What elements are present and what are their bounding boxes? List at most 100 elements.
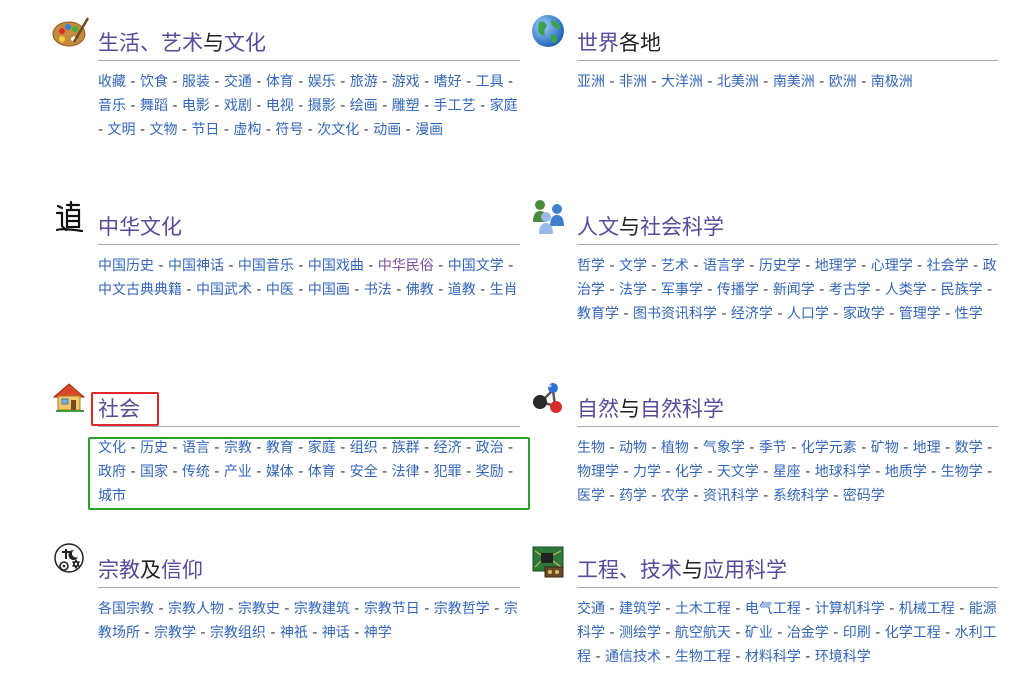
portal-link[interactable]: 手工艺 — [434, 98, 476, 114]
portal-link[interactable]: 中医 — [266, 282, 294, 298]
portal-link[interactable]: 密码学 — [843, 488, 885, 504]
portal-link[interactable]: 舞蹈 — [140, 98, 168, 114]
portal-link[interactable]: 矿物 — [871, 440, 899, 456]
portal-link[interactable]: 中国音乐 — [238, 258, 294, 274]
portal-link[interactable]: 体育 — [308, 464, 336, 480]
portal-link[interactable]: 饮食 — [140, 74, 168, 90]
portal-link[interactable]: 力学 — [633, 464, 661, 480]
portal-link[interactable]: 社会学 — [927, 258, 969, 274]
portal-link[interactable]: 化学工程 — [885, 625, 941, 641]
portal-link[interactable]: 组织 — [350, 440, 378, 456]
portal-link[interactable]: 中国戏曲 — [308, 258, 364, 274]
portal-link[interactable]: 医学 — [577, 488, 605, 504]
portal-link[interactable]: 服装 — [182, 74, 210, 90]
portal-link[interactable]: 嗜好 — [434, 74, 462, 90]
portal-link[interactable]: 历史学 — [759, 258, 801, 274]
portal-link[interactable]: 电影 — [182, 98, 210, 114]
portal-link[interactable]: 动物 — [619, 440, 647, 456]
portal-link[interactable]: 系统科学 — [773, 488, 829, 504]
portal-link[interactable]: 宗教哲学 — [434, 601, 490, 617]
portal-link[interactable]: 旅游 — [350, 74, 378, 90]
portal-link[interactable]: 通信技术 — [605, 649, 661, 665]
portal-link[interactable]: 测绘学 — [619, 625, 661, 641]
portal-link[interactable]: 中华民俗 — [378, 258, 434, 274]
portal-link[interactable]: 传播学 — [717, 282, 759, 298]
portal-title[interactable]: 自然与自然科学 — [577, 394, 998, 427]
portal-link[interactable]: 生物 — [577, 440, 605, 456]
portal-link[interactable]: 冶金学 — [787, 625, 829, 641]
portal-link[interactable]: 气象学 — [703, 440, 745, 456]
portal-link[interactable]: 语言学 — [703, 258, 745, 274]
portal-link[interactable]: 交通 — [224, 74, 252, 90]
portal-link[interactable]: 道教 — [448, 282, 476, 298]
portal-link[interactable]: 文物 — [149, 122, 177, 138]
portal-title[interactable]: 中华文化 — [98, 212, 520, 245]
portal-link[interactable]: 亚洲 — [577, 74, 605, 90]
portal-link[interactable]: 地球科学 — [815, 464, 871, 480]
portal-link[interactable]: 电视 — [266, 98, 294, 114]
portal-link[interactable]: 地理 — [913, 440, 941, 456]
portal-title[interactable]: 工程、技术与应用科学 — [577, 555, 998, 588]
portal-link[interactable]: 政治 — [476, 440, 504, 456]
portal-link[interactable]: 资讯科学 — [703, 488, 759, 504]
portal-link[interactable]: 中国神话 — [168, 258, 224, 274]
portal-link[interactable]: 雕塑 — [392, 98, 420, 114]
portal-link[interactable]: 语言 — [182, 440, 210, 456]
portal-link[interactable]: 虚构 — [233, 122, 261, 138]
portal-link[interactable]: 生物工程 — [675, 649, 731, 665]
portal-link[interactable]: 化学元素 — [801, 440, 857, 456]
portal-link[interactable]: 星座 — [773, 464, 801, 480]
portal-link[interactable]: 佛教 — [406, 282, 434, 298]
portal-link[interactable]: 家庭 — [308, 440, 336, 456]
portal-link[interactable]: 管理学 — [899, 306, 941, 322]
portal-link[interactable]: 材料科学 — [745, 649, 801, 665]
portal-link[interactable]: 宗教组织 — [210, 625, 266, 641]
portal-link[interactable]: 欧洲 — [829, 74, 857, 90]
portal-link[interactable]: 文学 — [619, 258, 647, 274]
portal-link[interactable]: 南美洲 — [773, 74, 815, 90]
portal-link[interactable]: 北美洲 — [717, 74, 759, 90]
portal-link[interactable]: 漫画 — [415, 122, 443, 138]
portal-link[interactable]: 天文学 — [717, 464, 759, 480]
portal-link[interactable]: 动画 — [373, 122, 401, 138]
portal-title[interactable]: 生活、艺术与文化 — [98, 28, 520, 61]
portal-link[interactable]: 宗教建筑 — [294, 601, 350, 617]
portal-link[interactable]: 数学 — [955, 440, 983, 456]
portal-link[interactable]: 计算机科学 — [815, 601, 885, 617]
portal-link[interactable]: 法学 — [619, 282, 647, 298]
portal-link[interactable]: 符号 — [275, 122, 303, 138]
portal-link[interactable]: 神学 — [364, 625, 392, 641]
portal-link[interactable]: 族群 — [392, 440, 420, 456]
portal-link[interactable]: 地质学 — [885, 464, 927, 480]
portal-link[interactable]: 收藏 — [98, 74, 126, 90]
portal-link[interactable]: 安全 — [350, 464, 378, 480]
portal-link[interactable]: 奖励 — [476, 464, 504, 480]
portal-link[interactable]: 军事学 — [661, 282, 703, 298]
portal-link[interactable]: 矿业 — [745, 625, 773, 641]
portal-link[interactable]: 生肖 — [490, 282, 518, 298]
portal-link[interactable]: 产业 — [224, 464, 252, 480]
portal-link[interactable]: 政府 — [98, 464, 126, 480]
portal-link[interactable]: 大洋洲 — [661, 74, 703, 90]
portal-link[interactable]: 机械工程 — [899, 601, 955, 617]
portal-link[interactable]: 交通 — [577, 601, 605, 617]
portal-link[interactable]: 民族学 — [941, 282, 983, 298]
portal-link[interactable]: 图书资讯科学 — [633, 306, 717, 322]
portal-link[interactable]: 建筑学 — [619, 601, 661, 617]
portal-link[interactable]: 农学 — [661, 488, 689, 504]
portal-title[interactable]: 世界各地 — [577, 28, 998, 61]
portal-link[interactable]: 神话 — [322, 625, 350, 641]
portal-link[interactable]: 考古学 — [829, 282, 871, 298]
portal-link[interactable]: 媒体 — [266, 464, 294, 480]
portal-link[interactable]: 法律 — [392, 464, 420, 480]
portal-link[interactable]: 新闻学 — [773, 282, 815, 298]
portal-link[interactable]: 植物 — [661, 440, 689, 456]
portal-link[interactable]: 季节 — [759, 440, 787, 456]
portal-link[interactable]: 地理学 — [815, 258, 857, 274]
portal-link[interactable]: 体育 — [266, 74, 294, 90]
portal-link[interactable]: 娱乐 — [308, 74, 336, 90]
portal-link[interactable]: 化学 — [675, 464, 703, 480]
portal-link[interactable]: 中国画 — [308, 282, 350, 298]
portal-link[interactable]: 次文化 — [317, 122, 359, 138]
portal-link[interactable]: 中国文学 — [448, 258, 504, 274]
